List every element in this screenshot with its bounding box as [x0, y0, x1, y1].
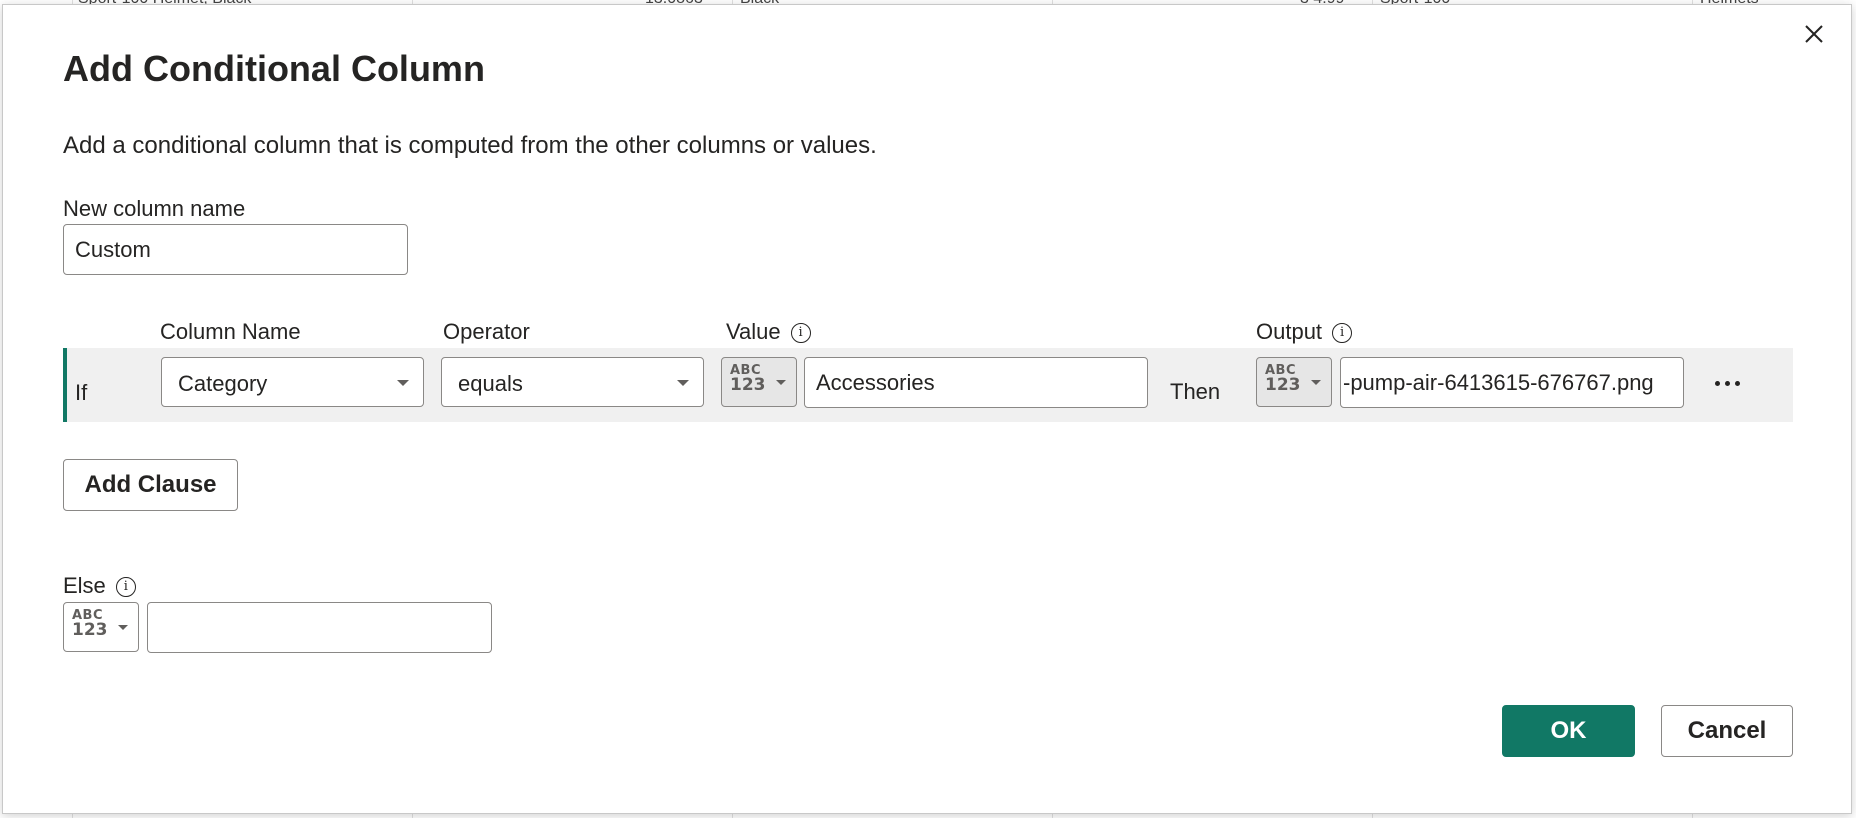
value-input[interactable] — [804, 357, 1148, 408]
column-name-dropdown[interactable]: Category — [161, 357, 424, 407]
else-label: Else — [63, 573, 106, 598]
new-column-name-input[interactable] — [63, 224, 408, 275]
else-header: Else i — [63, 573, 136, 599]
cancel-button[interactable]: Cancel — [1661, 705, 1793, 757]
value-header-label: Value — [726, 319, 781, 344]
else-input[interactable] — [147, 602, 492, 653]
output-header-label: Output — [1256, 319, 1323, 344]
operator-header: Operator — [443, 319, 530, 344]
then-label: Then — [1170, 379, 1221, 404]
add-conditional-column-dialog: Add Conditional Column Add a conditional… — [2, 4, 1852, 814]
output-type-button[interactable]: ABC 123 — [1256, 357, 1332, 407]
abc-123-icon: ABC 123 — [730, 363, 766, 395]
abc-123-icon: ABC 123 — [1265, 363, 1301, 395]
chevron-down-icon — [397, 380, 409, 386]
chevron-down-icon — [118, 625, 128, 630]
info-icon[interactable]: i — [790, 323, 811, 344]
else-type-button[interactable]: ABC 123 — [63, 602, 139, 652]
close-icon[interactable] — [1797, 17, 1831, 51]
column-name-header: Column Name — [160, 319, 301, 344]
add-clause-button[interactable]: Add Clause — [63, 459, 238, 511]
dialog-description: Add a conditional column that is compute… — [63, 132, 877, 159]
chevron-down-icon — [1311, 380, 1321, 385]
if-label: If — [75, 380, 88, 405]
abc-123-icon: ABC 123 — [72, 608, 108, 640]
output-header: Output i — [1256, 319, 1353, 345]
info-icon[interactable]: i — [115, 577, 136, 598]
dialog-title: Add Conditional Column — [63, 48, 485, 89]
value-header: Value i — [726, 319, 811, 345]
output-input[interactable] — [1340, 357, 1684, 408]
ok-button[interactable]: OK — [1502, 705, 1635, 757]
chevron-down-icon — [776, 380, 786, 385]
operator-dropdown[interactable]: equals — [441, 357, 704, 407]
value-type-button[interactable]: ABC 123 — [721, 357, 797, 407]
info-icon[interactable]: i — [1332, 323, 1353, 344]
chevron-down-icon — [677, 380, 689, 386]
new-column-name-label: New column name — [63, 196, 246, 221]
more-options-icon[interactable] — [1713, 373, 1743, 393]
operator-value: equals — [458, 371, 523, 396]
column-name-value: Category — [178, 371, 268, 396]
